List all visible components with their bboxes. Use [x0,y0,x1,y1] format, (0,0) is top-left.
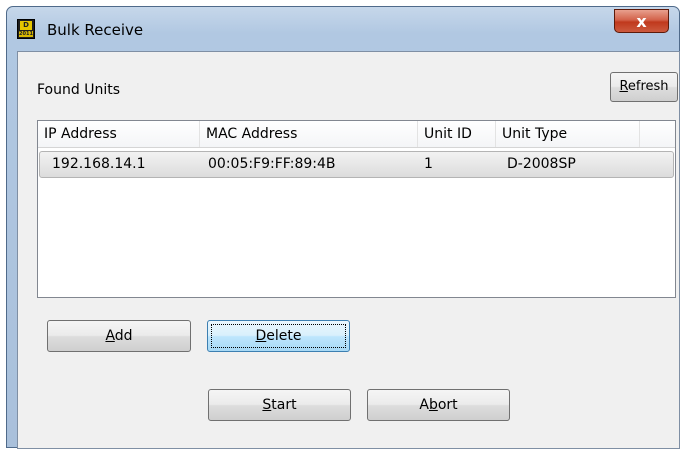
column-header-unit-type[interactable]: Unit Type [496,121,640,147]
abort-button-label-post: ort [437,397,458,413]
column-header-mac-address[interactable]: MAC Address [200,121,418,147]
cell-unit-type: D-2008SP [507,156,576,172]
cell-mac-address: 00:05:F9:FF:89:4B [208,156,336,172]
found-units-list[interactable]: IP Address MAC Address Unit ID Unit Type… [37,120,676,298]
start-button-label-post: tart [271,397,297,413]
cell-ip-address: 192.168.14.1 [52,156,146,172]
add-button[interactable]: Add [47,320,191,352]
cell-unit-id: 1 [424,156,433,172]
close-icon: x [636,12,647,31]
column-header-filler [640,121,675,147]
abort-button-mnemonic: b [428,397,438,413]
dialog-client-area: Found Units Refresh IP Address MAC Addre… [17,51,680,449]
app-icon-bottom-text: 2011 [19,31,33,37]
table-row[interactable]: 192.168.14.1 00:05:F9:FF:89:4B 1 D-2008S… [39,151,674,178]
abort-button-label-pre: A [419,397,429,413]
refresh-button-mnemonic: R [619,79,628,94]
add-button-label-post: dd [114,328,133,344]
delete-button[interactable]: Delete [207,320,350,352]
window-title: Bulk Receive [47,21,144,39]
app-icon: D 2011 [17,19,35,39]
column-header-ip-address[interactable]: IP Address [38,121,200,147]
column-header-unit-id[interactable]: Unit ID [418,121,496,147]
close-button[interactable]: x [614,9,669,33]
list-header: IP Address MAC Address Unit ID Unit Type [38,121,675,148]
abort-button[interactable]: Abort [367,389,510,421]
start-button-mnemonic: S [262,397,272,413]
app-icon-top-text: D [20,21,32,30]
refresh-button[interactable]: Refresh [610,72,678,102]
refresh-button-label-post: efresh [627,79,669,94]
found-units-label: Found Units [37,82,120,98]
add-button-mnemonic: A [105,328,115,344]
focus-rectangle [211,324,346,348]
start-button[interactable]: Start [208,389,351,421]
title-bar[interactable]: D 2011 Bulk Receive x [7,7,679,45]
dialog-window: D 2011 Bulk Receive x Found Units Refres… [6,6,680,449]
